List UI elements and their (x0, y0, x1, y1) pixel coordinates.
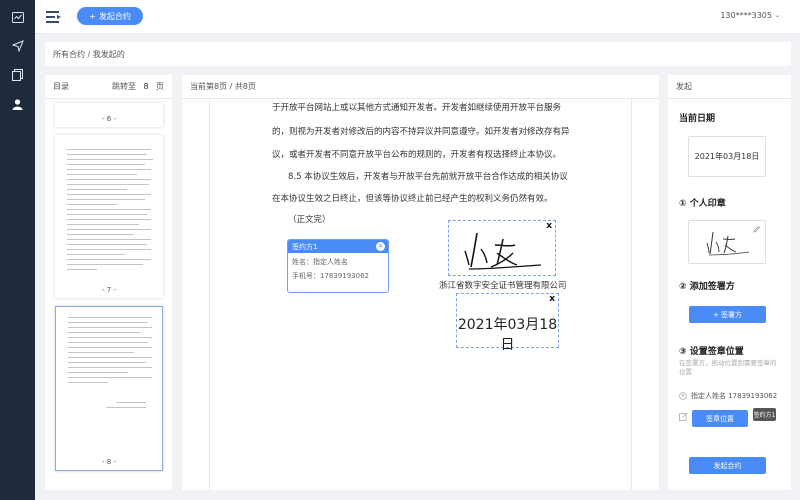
seal-signature-image (706, 231, 750, 256)
add-signer-label: + 签署方 (712, 310, 743, 319)
plus-icon: + (89, 11, 96, 21)
signer-entry-text: 指定人姓名 17839193062 (691, 392, 778, 400)
personal-seal-card[interactable] (688, 220, 766, 264)
signer-position-tag-label: 签约方1 (753, 412, 776, 419)
document-panel: 当前第8页 / 共8页 于开放平台网站上或以其他方式通知开发者。开发者如继续使用… (182, 75, 659, 490)
signer-phone: 手机号：17839193062 (292, 272, 369, 280)
document-line: 在本协议生效之日终止，但该等协议终止前已经产生的权利义务仍然有效。 (272, 194, 553, 204)
launch-contract-label: 发起合约 (98, 11, 131, 21)
document-icon[interactable] (11, 68, 24, 81)
page-thumbnail-8[interactable]: - 8 - (55, 306, 163, 471)
menu-toggle-icon[interactable] (46, 11, 61, 23)
user-menu[interactable]: 130****3305 ⌄ (720, 11, 780, 20)
document-line: 8.5 本协议生效后，开发者与开放平台先前就开放平台合作达成的相关协议 (288, 172, 568, 182)
user-phone: 130****3305 (720, 11, 772, 20)
user-circle-icon (679, 392, 687, 400)
signature-position-label: 签章位置 (706, 414, 734, 423)
add-signer-title: ② 添加签署方 (679, 282, 735, 292)
launch-contract-button[interactable]: + 发起合约 (77, 7, 143, 25)
page-thumbnail-7[interactable]: - 7 - (55, 135, 163, 298)
breadcrumb: 所有合约 / 我发起的 (45, 42, 791, 66)
page-number: - 7 - (102, 286, 116, 294)
signer-card[interactable]: 签约方1 × 姓名：指定人姓名 手机号：17839193062 (287, 239, 389, 293)
send-icon[interactable] (11, 39, 24, 52)
document-page: 于开放平台网站上或以其他方式通知开发者。开发者如继续使用开放平台服务 的，则视为… (209, 99, 632, 490)
signer-card-header: 签约方1 × (288, 240, 388, 253)
signer-card-title: 签约方1 (292, 242, 318, 251)
handwritten-signature (464, 232, 542, 270)
toc-panel: 目录 跳转至 页 - 6 - - 7 - (45, 75, 172, 490)
current-date-title: 当前日期 (679, 114, 716, 124)
signature-position-button[interactable]: 签章位置 (692, 410, 748, 427)
signer-entry: 指定人姓名 17839193062 (679, 391, 777, 401)
document-line: （正文完） (288, 215, 331, 225)
current-date-card: 2021年03月18日 (688, 136, 766, 177)
close-icon[interactable]: × (376, 242, 385, 251)
breadcrumb-text: 所有合约 / 我发起的 (53, 49, 125, 59)
edit-icon[interactable] (753, 225, 761, 233)
launch-panel-title: 发起 (676, 82, 692, 91)
toc-title: 目录 (53, 82, 69, 91)
signer-name: 姓名：指定人姓名 (292, 258, 348, 266)
page-thumbnail-6[interactable]: - 6 - (55, 103, 163, 127)
document-header: 当前第8页 / 共8页 (182, 75, 659, 99)
top-bar: + 发起合约 130****3305 ⌄ (35, 0, 800, 34)
chevron-down-icon: ⌄ (774, 12, 780, 19)
page-number: - 6 - (102, 115, 116, 123)
sidebar (0, 0, 35, 500)
document-line: 于开放平台网站上或以其他方式通知开发者。开发者如继续使用开放平台服务 (272, 103, 562, 113)
close-icon[interactable]: x (549, 294, 555, 304)
submit-contract-button[interactable]: 发起合约 (689, 457, 766, 474)
document-line: 的，则视为开发者对修改后的内容不持异议并同意遵守。如开发者对修改存有异 (272, 127, 570, 137)
current-date: 2021年03月18日 (694, 152, 760, 161)
contract-icon[interactable] (11, 11, 24, 24)
add-signer-button[interactable]: + 签署方 (689, 306, 766, 323)
jump-page-input[interactable] (139, 80, 153, 93)
submit-contract-label: 发起合约 (713, 461, 742, 470)
date-stamp-box[interactable]: x 2021年03月18日 (456, 293, 559, 353)
jump-suffix: 页 (156, 82, 164, 91)
page-jump: 跳转至 页 (112, 80, 164, 93)
date-stamp: 2021年03月18日 (457, 317, 558, 353)
launch-panel-header: 发起 (668, 75, 791, 99)
edit-icon[interactable] (679, 412, 688, 421)
document-line: 议，或者开发者不同意开放平台公布的规则的，开发者有权选择终止本协议。 (272, 150, 562, 160)
signer-position-tag[interactable]: 签约方1 (753, 408, 776, 421)
toc-header: 目录 跳转至 页 (45, 75, 172, 99)
company-name: 浙江省数字安全证书管理有限公司 (439, 281, 567, 291)
launch-panel: 发起 当前日期 2021年03月18日 ① 个人印章 ② 添加签署方 + 签署方… (668, 75, 791, 490)
position-hint: 在签署方，拖动位置到需要签章的位置 (679, 359, 777, 376)
page-info: 当前第8页 / 共8页 (190, 82, 256, 91)
user-icon[interactable] (11, 98, 24, 111)
set-position-title: ③ 设置签章位置 (679, 347, 744, 357)
personal-seal-title: ① 个人印章 (679, 199, 726, 209)
jump-prefix: 跳转至 (112, 82, 136, 91)
page-number: - 8 - (102, 458, 116, 466)
signature-box[interactable]: x (448, 220, 556, 276)
